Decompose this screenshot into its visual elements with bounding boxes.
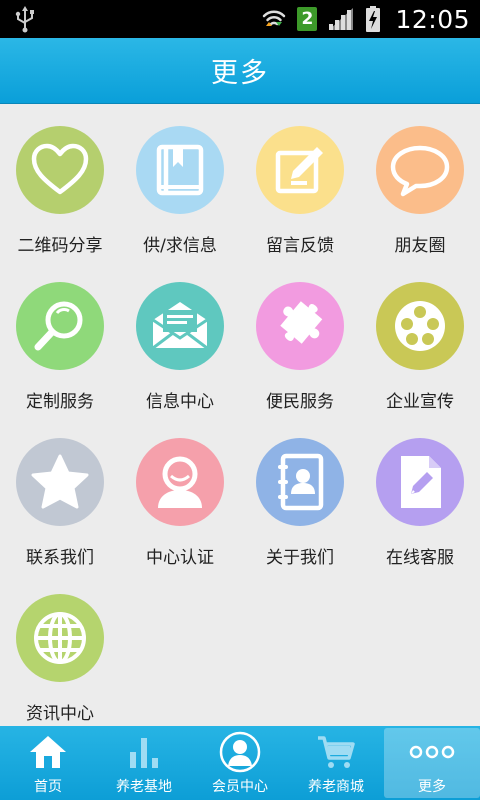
user-icon: [158, 456, 202, 508]
tab-label: 养老基地: [116, 779, 172, 795]
wifi-icon: [263, 10, 286, 26]
grid-item-label: 信息中心: [146, 392, 214, 412]
tab-member-center[interactable]: 会员中心: [192, 726, 288, 800]
grid-item-center-certification[interactable]: 中心认证: [120, 416, 240, 572]
grid-item-label: 企业宣传: [386, 392, 454, 412]
envelope-icon: [152, 302, 208, 350]
grid-item-enterprise-promo[interactable]: 企业宣传: [360, 260, 480, 416]
grid-item-label: 便民服务: [266, 392, 334, 412]
grid-item-label: 留言反馈: [266, 236, 334, 256]
grid-item-label: 联系我们: [26, 548, 94, 568]
more-dots-icon: [409, 745, 455, 759]
status-bar: 2 12:05: [0, 0, 480, 38]
feature-grid: 二维码分享 供/求信息 留言反馈 朋友圈 定制服务 信息中心 便民服务 企业宣传…: [0, 104, 480, 726]
grid-item-label: 在线客服: [386, 548, 454, 568]
grid-item-qrcode-share[interactable]: 二维码分享: [0, 104, 120, 260]
grid-item-info-center[interactable]: 信息中心: [120, 260, 240, 416]
usb-icon: [15, 6, 34, 33]
grid-item-label: 朋友圈: [394, 236, 446, 256]
tab-more[interactable]: 更多: [384, 728, 480, 798]
edit-note-icon: [275, 147, 323, 194]
document-edit-icon: [401, 456, 441, 508]
bar-chart-icon: [130, 738, 158, 768]
grid-item-supply-demand[interactable]: 供/求信息: [120, 104, 240, 260]
grid-item-label: 二维码分享: [17, 236, 103, 256]
grid-item-label: 关于我们: [266, 548, 334, 568]
grid-item-label: 资讯中心: [26, 704, 94, 724]
magnifier-icon: [34, 301, 83, 351]
contacts-book-icon: [278, 453, 324, 511]
film-reel-icon: [395, 301, 445, 351]
tab-label: 会员中心: [212, 779, 268, 795]
sim-icon: 2: [297, 7, 318, 31]
home-icon: [30, 736, 66, 768]
grid-item-about-us[interactable]: 关于我们: [240, 416, 360, 572]
tab-elderly-mall[interactable]: 养老商城: [288, 726, 384, 800]
title-bar: 更多: [0, 38, 480, 104]
page-title: 更多: [211, 58, 269, 89]
battery-charging-icon: [366, 6, 381, 32]
grid-item-custom-service[interactable]: 定制服务: [0, 260, 120, 416]
heart-icon: [31, 143, 89, 195]
grid-item-feedback[interactable]: 留言反馈: [240, 104, 360, 260]
grid-item-label: 中心认证: [146, 548, 214, 568]
tab-label: 更多: [418, 779, 446, 795]
tab-label: 养老商城: [308, 779, 364, 795]
grid-item-news-center[interactable]: 资讯中心: [0, 572, 120, 728]
tab-elderly-base[interactable]: 养老基地: [96, 726, 192, 800]
grid-item-contact-us[interactable]: 联系我们: [0, 416, 120, 572]
grid-item-label: 供/求信息: [143, 236, 217, 256]
cart-icon: [318, 736, 355, 768]
grid-item-online-service[interactable]: 在线客服: [360, 416, 480, 572]
book-icon: [156, 144, 204, 196]
tab-home[interactable]: 首页: [0, 726, 96, 800]
member-avatar-icon: [219, 731, 261, 773]
speech-bubble-icon: [390, 145, 450, 197]
star-icon: [31, 454, 89, 509]
globe-icon: [34, 612, 86, 664]
grid-item-convenience[interactable]: 便民服务: [240, 260, 360, 416]
signal-icon: [329, 8, 354, 30]
puzzle-icon: [280, 301, 323, 344]
grid-item-moments[interactable]: 朋友圈: [360, 104, 480, 260]
bottom-nav: 首页 养老基地 会员中心 养老商城 更多: [0, 726, 480, 800]
status-time: 12:05: [395, 4, 470, 34]
grid-item-label: 定制服务: [26, 392, 94, 412]
tab-label: 首页: [34, 779, 62, 795]
